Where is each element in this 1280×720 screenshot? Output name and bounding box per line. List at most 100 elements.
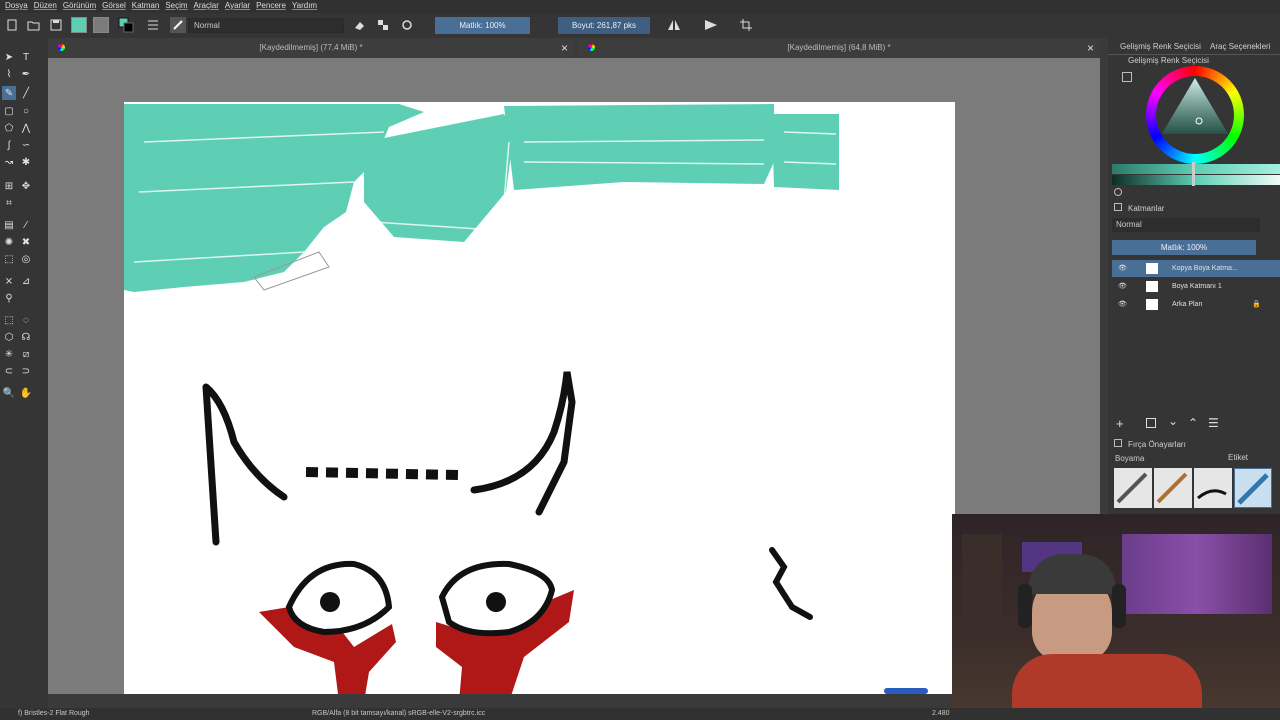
bezier-select-icon[interactable]: ⊂ [2, 364, 16, 378]
color-triangle[interactable] [1156, 76, 1234, 154]
brush-tag-dropdown[interactable]: Boyama [1112, 453, 1208, 465]
menu-settings[interactable]: Ayarlar [224, 0, 255, 13]
eraser-mode-icon[interactable] [351, 17, 367, 33]
close-tab-1-icon[interactable]: × [561, 38, 568, 58]
move-layer-down-icon[interactable]: ⌄ [1168, 414, 1178, 428]
ellipse-tool-icon[interactable]: ○ [19, 104, 33, 118]
colorize-mask-icon[interactable]: ✺ [2, 235, 16, 249]
layer-row[interactable]: 👁 Kopya Boya Katma... [1112, 260, 1280, 277]
menu-tools[interactable]: Araçlar [193, 0, 224, 13]
crop-tool-icon[interactable]: ⌗ [2, 196, 16, 210]
zoom-tool-icon[interactable]: 🔍 [2, 386, 16, 400]
dynamic-brush-icon[interactable]: ↝ [2, 155, 16, 169]
layers-title: Katmanlar [1128, 204, 1165, 213]
ellipse-select-icon[interactable]: ◌ [19, 313, 33, 327]
fg-bg-color-icon[interactable] [118, 17, 134, 33]
refresh-colors-icon[interactable] [1114, 188, 1122, 196]
measure-tool-icon[interactable]: ⊿ [19, 274, 33, 288]
multibrush-icon[interactable]: ✱ [19, 155, 33, 169]
visibility-eye-icon[interactable]: 👁 [1118, 260, 1127, 277]
brush-preset-icon[interactable] [170, 17, 186, 33]
canvas-area[interactable] [48, 58, 1100, 694]
pan-tool-icon[interactable]: ✋ [19, 386, 33, 400]
layer-properties-icon[interactable]: ☰ [1208, 416, 1219, 430]
tab-tool-options[interactable]: Araç Seçenekleri [1210, 42, 1270, 51]
blend-mode-dropdown[interactable]: Normal [188, 18, 344, 33]
reference-images-icon[interactable]: ⚲ [2, 291, 16, 305]
tag-button[interactable]: Etiket [1228, 453, 1248, 462]
save-icon[interactable] [48, 17, 64, 33]
document-tab-1[interactable]: [Kaydedilmemiş] (77,4 MiB) * × [48, 38, 574, 58]
brush-preset-thumb[interactable] [1194, 468, 1232, 508]
move-layer-up-icon[interactable]: ⌃ [1188, 416, 1198, 430]
menu-window[interactable]: Pencere [255, 0, 291, 13]
color-wheel[interactable] [1146, 66, 1244, 164]
layer-blend-dropdown[interactable]: Normal [1112, 218, 1260, 232]
menu-edit[interactable]: Düzen [33, 0, 62, 13]
fill-tool-icon[interactable]: ⬚ [2, 252, 16, 266]
color-slider-1[interactable] [1112, 164, 1280, 174]
color-settings-icon[interactable] [1122, 72, 1132, 82]
calligraphy-icon[interactable]: ✒ [19, 67, 33, 81]
visibility-eye-icon[interactable]: 👁 [1118, 296, 1127, 313]
color-picker-icon[interactable]: ⁄ [19, 218, 33, 232]
rect-select-icon[interactable]: ⬚ [2, 313, 16, 327]
polygon-select-icon[interactable]: ⬡ [2, 330, 16, 344]
contiguous-select-icon[interactable]: ✳ [2, 347, 16, 361]
rectangle-tool-icon[interactable]: ▢ [2, 104, 16, 118]
enclose-fill-icon[interactable]: ◎ [19, 252, 33, 266]
assistant-tool-icon[interactable]: ⨯ [2, 274, 16, 288]
opacity-slider[interactable]: Matlık: 100% [435, 17, 530, 34]
layer-row[interactable]: 👁 Boya Katmanı 1 [1112, 278, 1280, 295]
duplicate-layer-icon[interactable] [1146, 418, 1156, 428]
reload-preset-icon[interactable] [399, 17, 415, 33]
freehand-select-icon[interactable]: ☊ [19, 330, 33, 344]
brush-preset-thumb[interactable] [1154, 468, 1192, 508]
select-shapes-icon[interactable]: ➤ [2, 50, 16, 64]
lock-icon[interactable]: 🔒 [1252, 296, 1261, 313]
brush-preset-thumb[interactable] [1234, 468, 1272, 508]
preserve-alpha-icon[interactable] [375, 17, 391, 33]
visibility-eye-icon[interactable]: 👁 [1118, 278, 1127, 295]
polyline-tool-icon[interactable]: ⋀ [19, 121, 33, 135]
brush-tool-icon[interactable]: ✎ [2, 86, 16, 100]
menu-help[interactable]: Yardım [291, 0, 322, 13]
brush-preset-thumb[interactable] [1114, 468, 1152, 508]
magnetic-select-icon[interactable]: ⊃ [19, 364, 33, 378]
menu-file[interactable]: Dosya [4, 0, 33, 13]
gradient-tool-icon[interactable]: ▤ [2, 218, 16, 232]
text-tool-icon[interactable]: T [19, 50, 33, 64]
new-document-icon[interactable] [4, 17, 20, 33]
menu-select[interactable]: Seçim [164, 0, 192, 13]
drawing-canvas[interactable] [124, 102, 955, 694]
add-layer-icon[interactable]: + [1116, 416, 1124, 431]
edit-brush-settings-icon[interactable] [145, 17, 161, 33]
brush-size-slider[interactable]: Boyut: 261,87 pks [558, 17, 650, 34]
layer-opacity-slider[interactable]: Matlık: 100% [1112, 240, 1256, 255]
document-tab-2-title: [Kaydedilmemiş] (64,8 MiB) * [787, 43, 891, 52]
layer-row[interactable]: 👁 Arka Plan 🔒 [1112, 296, 1280, 313]
transform-tool-icon[interactable]: ⊞ [2, 179, 16, 193]
move-tool-icon[interactable]: ✥ [19, 179, 33, 193]
crop-wrap-icon[interactable] [738, 17, 754, 33]
bezier-tool-icon[interactable]: ∫ [2, 138, 16, 152]
tab-color-selector[interactable]: Gelişmiş Renk Seçicisi [1120, 42, 1201, 51]
line-tool-icon[interactable]: ╱ [19, 86, 33, 100]
pattern-preset-icon[interactable] [93, 17, 109, 33]
menu-view[interactable]: Görünüm [62, 0, 101, 13]
mirror-vertical-icon[interactable] [703, 17, 719, 33]
freehand-path-icon[interactable]: ∽ [19, 138, 33, 152]
mirror-horizontal-icon[interactable] [666, 17, 682, 33]
gradient-preset-icon[interactable] [71, 17, 87, 33]
open-folder-icon[interactable] [26, 17, 42, 33]
menu-layer[interactable]: Katman [131, 0, 165, 13]
color-slider-2[interactable] [1112, 175, 1280, 185]
document-tab-2[interactable]: [Kaydedilmemiş] (64,8 MiB) * × [578, 38, 1100, 58]
color-slider-handle[interactable] [1192, 162, 1195, 186]
smart-patch-icon[interactable]: ✖ [19, 235, 33, 249]
polygon-tool-icon[interactable]: ⬠ [2, 121, 16, 135]
close-tab-2-icon[interactable]: × [1087, 38, 1094, 58]
menu-image[interactable]: Görsel [101, 0, 131, 13]
edit-shapes-icon[interactable]: ⌇ [2, 67, 16, 81]
similar-select-icon[interactable]: ⧄ [19, 347, 33, 361]
